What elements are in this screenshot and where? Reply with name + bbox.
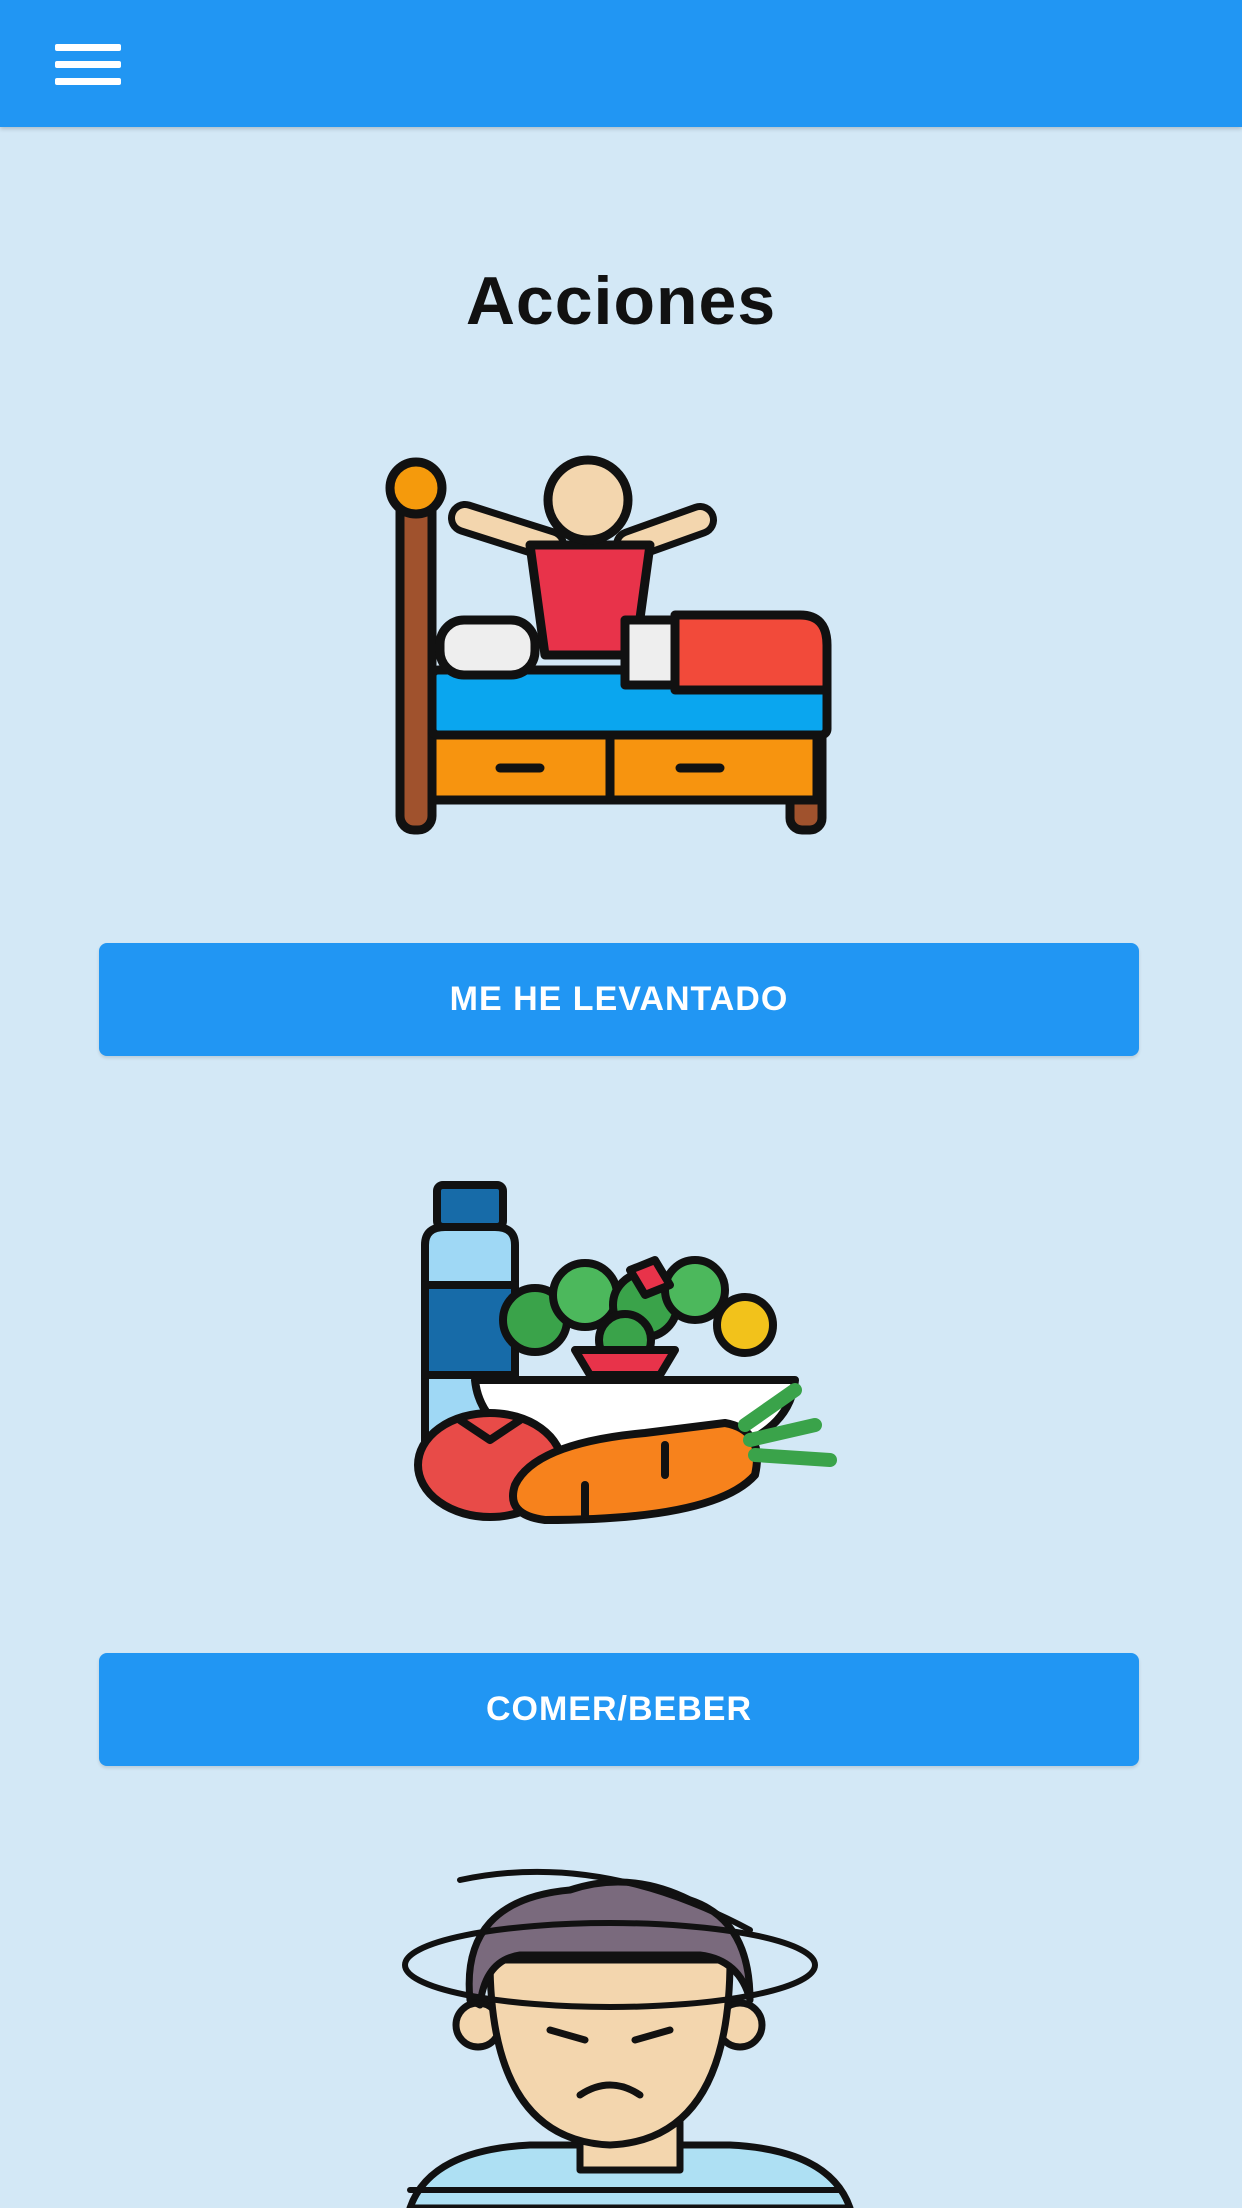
dizzy-person-icon <box>400 1860 860 2208</box>
menu-button[interactable] <box>40 30 135 100</box>
me-he-levantado-label: ME HE LEVANTADO <box>449 980 789 1018</box>
food-drink-icon <box>385 1175 855 1535</box>
hamburger-menu-icon <box>54 44 121 85</box>
me-he-levantado-button[interactable]: ME HE LEVANTADO <box>99 943 1139 1056</box>
comer-beber-label: COMER/BEBER <box>485 1690 753 1728</box>
comer-beber-button[interactable]: COMER/BEBER <box>99 1653 1139 1766</box>
wake-up-bed-icon <box>380 450 860 840</box>
app-bar <box>0 0 1242 127</box>
page-title: Acciones <box>465 263 777 339</box>
